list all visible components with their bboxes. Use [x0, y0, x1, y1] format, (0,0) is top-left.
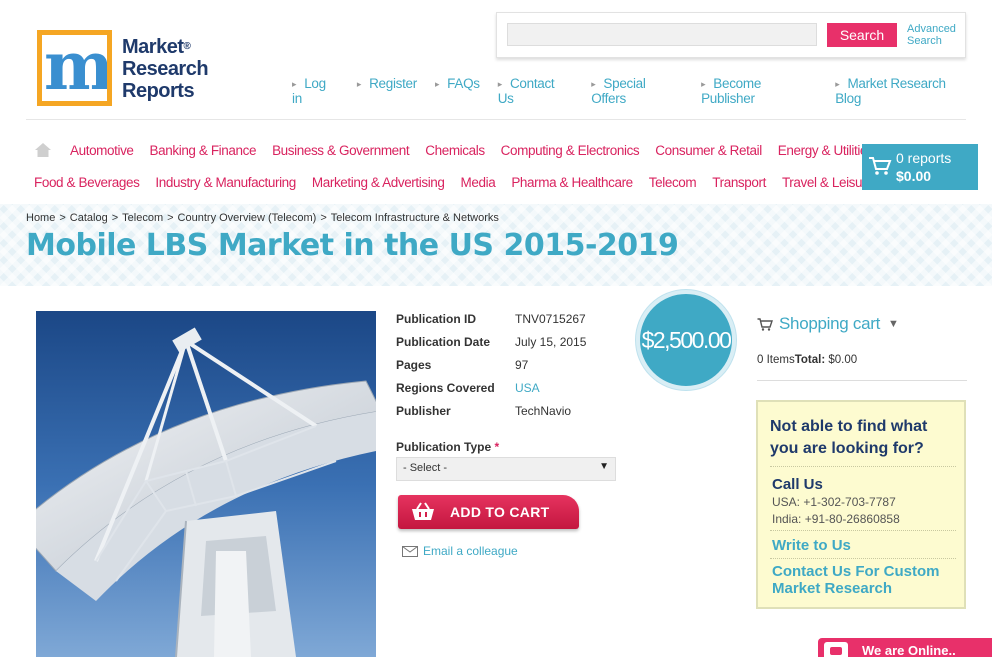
category-telecom[interactable]: Telecom — [649, 175, 697, 190]
envelope-icon — [402, 545, 418, 557]
logo-mark-icon: m — [37, 30, 112, 106]
publication-details: Publication ID TNV0715267 Publication Dat… — [396, 312, 586, 427]
advanced-search-link[interactable]: Advanced Search — [907, 23, 956, 47]
top-link-login[interactable]: Log in — [292, 76, 339, 106]
help-box: Not able to find what you are looking fo… — [756, 400, 966, 609]
add-to-cart-button[interactable]: ADD TO CART — [398, 495, 579, 529]
page-title: Mobile LBS Market in the US 2015-2019 — [26, 228, 679, 263]
cart-icon — [869, 157, 892, 175]
publication-type-label: Publication Type * — [396, 440, 500, 454]
category-nav-row2: Food & Beverages Industry & Manufacturin… — [34, 175, 889, 190]
cart-report-count: 0 reports — [896, 150, 952, 166]
write-to-us-link[interactable]: Write to Us — [772, 537, 851, 554]
breadcrumb-home[interactable]: Home — [26, 212, 55, 224]
search-input[interactable] — [507, 23, 817, 46]
logo-text: Market® Research Reports — [122, 36, 209, 102]
top-links: Log in Register FAQs Contact Us Special … — [292, 76, 992, 106]
search-button[interactable]: Search — [827, 23, 897, 47]
shopping-cart-summary: 0 ItemsTotal: $0.00 — [757, 354, 858, 366]
email-colleague-link[interactable]: Email a colleague — [402, 544, 518, 558]
top-link-contact[interactable]: Contact Us — [498, 76, 573, 106]
product-image — [36, 311, 376, 657]
cart-total: $0.00 — [896, 168, 932, 184]
chevron-down-icon: ▼ — [888, 318, 899, 330]
dropdown-arrow-icon: ▼ — [599, 461, 609, 472]
usa-phone: USA: +1-302-703-7787 — [772, 495, 896, 509]
breadcrumb: Home > Catalog > Telecom > Country Overview (T… — [26, 212, 499, 224]
category-transport[interactable]: Transport — [712, 175, 766, 190]
top-link-blog[interactable]: Market Research Blog — [835, 76, 974, 106]
breadcrumb-country-overview[interactable]: Country Overview (Telecom) — [178, 212, 317, 224]
shopping-cart-dropdown[interactable]: Shopping cart ▼ — [757, 314, 899, 334]
category-pharma-healthcare[interactable]: Pharma & Healthcare — [511, 175, 633, 190]
chat-icon — [824, 642, 848, 657]
contact-custom-research-link[interactable]: Contact Us For Custom Market Research — [772, 563, 952, 597]
search-bar: Search Advanced Search — [496, 12, 966, 58]
category-travel-leisure[interactable]: Travel & Leisure — [782, 175, 874, 190]
breadcrumb-telecom[interactable]: Telecom — [122, 212, 163, 224]
top-link-special-offers[interactable]: Special Offers — [591, 76, 683, 106]
header-divider — [26, 119, 966, 120]
sidebar-divider — [757, 380, 967, 381]
india-phone: India: +91-80-26860858 — [772, 512, 900, 526]
category-banking-finance[interactable]: Banking & Finance — [150, 143, 257, 158]
live-chat-button[interactable]: We are Online.. — [818, 638, 992, 657]
detail-row-publisher: Publisher TechNavio — [396, 404, 572, 418]
category-industry-manufacturing[interactable]: Industry & Manufacturing — [155, 175, 296, 190]
category-media[interactable]: Media — [461, 175, 496, 190]
detail-row-publication-id: Publication ID TNV0715267 — [396, 312, 586, 326]
top-link-become-publisher[interactable]: Become Publisher — [701, 76, 817, 106]
call-us-heading: Call Us — [772, 476, 823, 493]
site-logo[interactable]: m Market® Research Reports — [37, 30, 209, 106]
publication-type-select[interactable]: - Select - ▼ — [396, 457, 616, 481]
category-consumer-retail[interactable]: Consumer & Retail — [655, 143, 762, 158]
satellite-dish-image — [36, 311, 376, 657]
basket-icon — [412, 502, 434, 520]
detail-row-regions: Regions Covered USA — [396, 381, 586, 404]
top-link-faqs[interactable]: FAQs — [435, 76, 480, 106]
header-cart-button[interactable]: 0 reports $0.00 — [862, 144, 978, 190]
category-food-beverages[interactable]: Food & Beverages — [34, 175, 140, 190]
home-icon[interactable] — [34, 142, 52, 158]
region-link-usa[interactable]: USA — [515, 381, 540, 404]
category-business-government[interactable]: Business & Government — [272, 143, 410, 158]
help-title: Not able to find what you are looking fo… — [770, 418, 928, 457]
category-automotive[interactable]: Automotive — [70, 143, 134, 158]
category-nav-row1: Automotive Banking & Finance Business & … — [70, 143, 889, 158]
category-computing-electronics[interactable]: Computing & Electronics — [501, 143, 640, 158]
category-chemicals[interactable]: Chemicals — [425, 143, 485, 158]
cart-icon — [757, 317, 773, 331]
detail-row-publication-date: Publication Date July 15, 2015 — [396, 335, 587, 349]
top-link-register[interactable]: Register — [357, 76, 417, 106]
breadcrumb-catalog[interactable]: Catalog — [70, 212, 108, 224]
category-energy-utilities[interactable]: Energy & Utilities — [778, 143, 874, 158]
price-badge: $2,500.00 — [636, 290, 736, 390]
category-marketing-advertising[interactable]: Marketing & Advertising — [312, 175, 445, 190]
detail-row-pages: Pages 97 — [396, 358, 529, 372]
breadcrumb-telecom-infrastructure[interactable]: Telecom Infrastructure & Networks — [331, 212, 499, 224]
